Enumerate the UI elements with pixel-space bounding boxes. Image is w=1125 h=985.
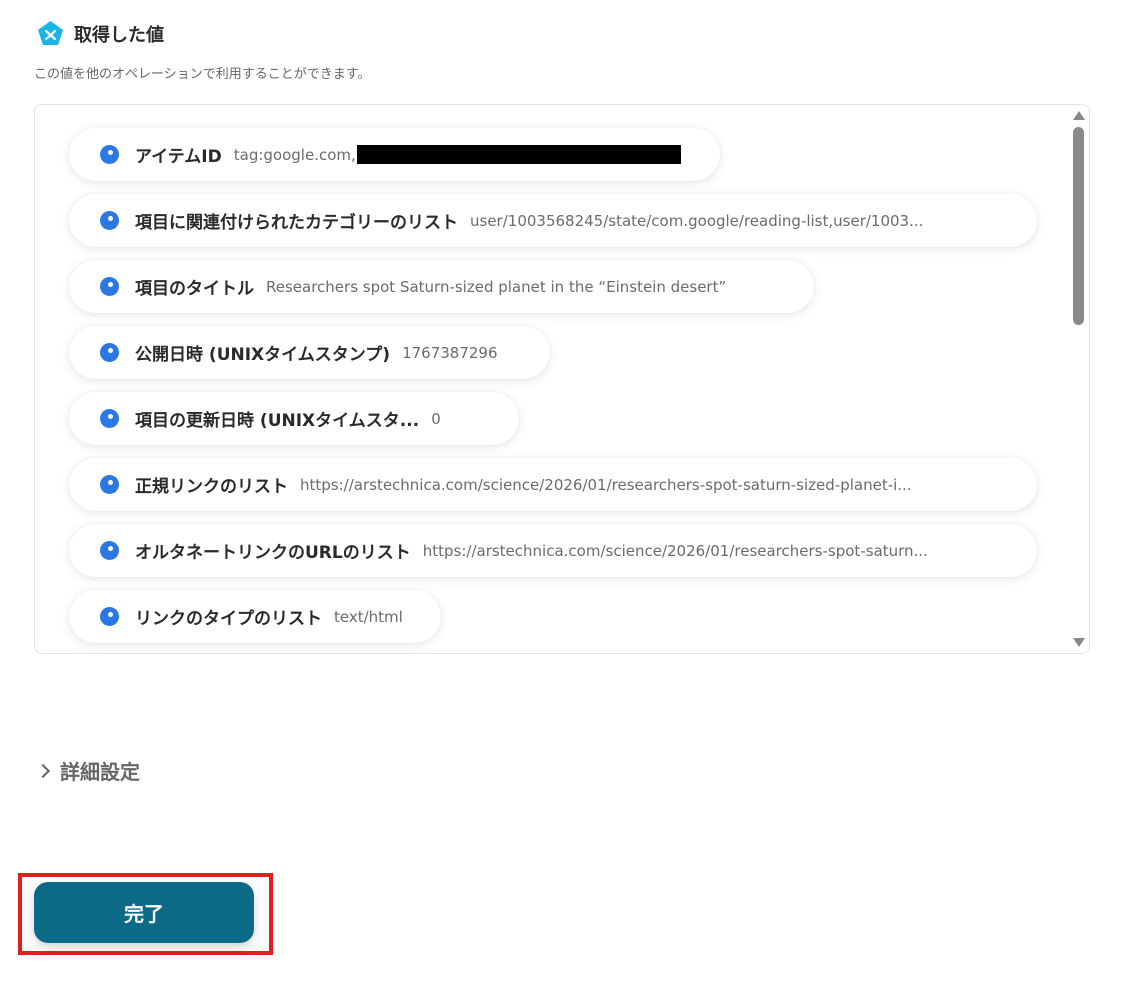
value-label: 項目の更新日時 (UNIXタイムスタ... bbox=[135, 411, 420, 431]
value-item-title[interactable]: 項目のタイトル Researchers spot Saturn-sized pl… bbox=[69, 260, 814, 313]
values-panel: アイテムID tag:google.com, 項目に関連付けられたカテゴリーのリ… bbox=[34, 104, 1090, 654]
value-text: user/1003568245/state/com.google/reading… bbox=[470, 211, 924, 230]
value-text: Researchers spot Saturn-sized planet in … bbox=[266, 277, 727, 296]
scrollbar[interactable] bbox=[1069, 105, 1089, 653]
value-item-updated-timestamp[interactable]: 項目の更新日時 (UNIXタイムスタ... 0 bbox=[69, 392, 519, 445]
value-text: 0 bbox=[431, 409, 441, 428]
value-text: text/html bbox=[334, 607, 403, 626]
variable-dot-icon bbox=[100, 343, 119, 362]
variable-dot-icon bbox=[100, 277, 119, 296]
value-text: https://arstechnica.com/science/2026/01/… bbox=[300, 475, 912, 494]
value-label: リンクのタイプのリスト bbox=[135, 609, 322, 629]
variable-dot-icon bbox=[100, 541, 119, 560]
value-text: https://arstechnica.com/science/2026/01/… bbox=[422, 541, 928, 560]
variable-dot-icon bbox=[100, 475, 119, 494]
scroll-thumb[interactable] bbox=[1073, 127, 1084, 325]
value-item-canonical-links[interactable]: 正規リンクのリスト https://arstechnica.com/scienc… bbox=[69, 458, 1037, 511]
advanced-settings-toggle[interactable]: 詳細設定 bbox=[35, 756, 140, 785]
value-text: tag:google.com, bbox=[233, 145, 356, 164]
value-label: 公開日時 (UNIXタイムスタンプ) bbox=[135, 345, 391, 365]
value-label: 正規リンクのリスト bbox=[135, 477, 288, 497]
variable-dot-icon bbox=[100, 409, 119, 428]
value-item-alternate-link-urls[interactable]: オルタネートリンクのURLのリスト https://arstechnica.co… bbox=[69, 524, 1037, 577]
section-description: この値を他のオペレーションで利用することができます。 bbox=[34, 67, 371, 82]
value-label: オルタネートリンクのURLのリスト bbox=[135, 543, 411, 563]
yoom-logo-icon bbox=[38, 21, 63, 45]
value-item-link-types[interactable]: リンクのタイプのリスト text/html bbox=[69, 590, 441, 643]
scroll-down-arrow-icon[interactable] bbox=[1073, 638, 1085, 647]
page: 取得した値 この値を他のオペレーションで利用することができます。 アイテムID … bbox=[0, 0, 1125, 985]
value-item-published-timestamp[interactable]: 公開日時 (UNIXタイムスタンプ) 1767387296 bbox=[69, 326, 550, 379]
section-title: 取得した値 bbox=[74, 24, 164, 46]
value-item-category-list[interactable]: 項目に関連付けられたカテゴリーのリスト user/1003568245/stat… bbox=[69, 194, 1037, 247]
advanced-settings-label: 詳細設定 bbox=[60, 760, 140, 784]
value-item-item-id[interactable]: アイテムID tag:google.com, bbox=[69, 128, 720, 181]
value-label: 項目のタイトル bbox=[135, 279, 254, 299]
variable-dot-icon bbox=[100, 607, 119, 626]
section-header: 取得した値 bbox=[37, 20, 164, 47]
variable-dot-icon bbox=[100, 145, 119, 164]
variable-dot-icon bbox=[100, 211, 119, 230]
value-label: 項目に関連付けられたカテゴリーのリスト bbox=[135, 213, 458, 233]
redaction-bar bbox=[356, 145, 681, 164]
value-label: アイテムID bbox=[135, 147, 222, 167]
value-text: 1767387296 bbox=[402, 343, 498, 362]
complete-button[interactable]: 完了 bbox=[34, 882, 254, 943]
chevron-right-icon bbox=[35, 763, 51, 778]
scroll-up-arrow-icon[interactable] bbox=[1073, 111, 1085, 120]
